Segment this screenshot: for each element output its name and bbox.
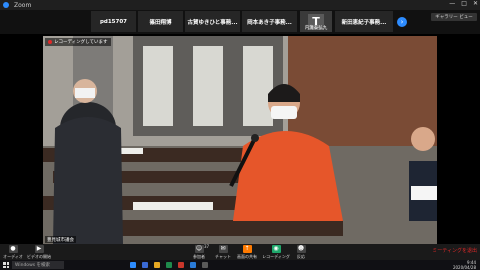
recording-indicator: レコーディングしています bbox=[45, 38, 111, 46]
folder-taskbar-icon[interactable] bbox=[154, 262, 160, 268]
main-video bbox=[43, 36, 437, 244]
minimize-button[interactable]: — bbox=[449, 0, 455, 7]
participant-tile[interactable]: T 内灘泰弘九 bbox=[300, 11, 332, 32]
word-taskbar-icon[interactable] bbox=[142, 262, 148, 268]
audio-label: オーディオ bbox=[3, 253, 23, 259]
camera-icon: ▶ bbox=[34, 244, 44, 253]
gallery-view-button[interactable]: ギャラリー ビュー bbox=[431, 13, 477, 21]
recording-text: レコーディングしています bbox=[54, 40, 108, 45]
participant-tile[interactable]: pd15707 bbox=[91, 11, 136, 32]
zoom-logo-icon bbox=[3, 2, 9, 8]
participant-count-badge: 37 bbox=[204, 244, 210, 249]
settings-taskbar-icon[interactable] bbox=[202, 262, 208, 268]
participant-tile[interactable]: 古賀ゆきひと事務... bbox=[185, 11, 240, 32]
mic-icon: ● bbox=[8, 244, 18, 253]
share-screen-button[interactable]: ↑ 画面の共有 bbox=[236, 244, 258, 260]
maximize-button[interactable]: □ bbox=[461, 0, 467, 7]
windows-taskbar bbox=[0, 260, 480, 270]
share-label: 画面の共有 bbox=[237, 253, 257, 259]
reactions-label: 反応 bbox=[297, 253, 305, 259]
chat-icon: ✉ bbox=[218, 244, 228, 253]
video-frame bbox=[43, 36, 437, 244]
leave-meeting-button[interactable]: ミーティングを退出 bbox=[432, 247, 477, 254]
next-page-button[interactable]: › bbox=[397, 17, 407, 27]
share-icon: ↑ bbox=[242, 244, 252, 253]
clock-date: 2020/04/28 bbox=[452, 265, 476, 270]
participant-name: pd15707 bbox=[99, 18, 127, 25]
system-clock[interactable]: 9:44 2020/04/28 bbox=[453, 260, 476, 270]
window-titlebar: Zoom — □ ✕ bbox=[0, 0, 480, 10]
chat-button[interactable]: ✉ チャット bbox=[212, 244, 234, 260]
participant-name: 新田恵紀子事務... bbox=[341, 19, 387, 26]
record-icon: ◉ bbox=[271, 244, 281, 253]
participant-tile[interactable]: 岡本あき子事務... bbox=[242, 11, 297, 32]
excel-taskbar-icon[interactable] bbox=[166, 262, 172, 268]
zoom-taskbar-icon[interactable] bbox=[130, 262, 136, 268]
edge-taskbar-icon[interactable] bbox=[190, 262, 196, 268]
participant-name: 内灘泰弘九 bbox=[304, 26, 328, 31]
smile-icon: ☻ bbox=[296, 244, 306, 253]
participant-tile[interactable]: 篠田翔博 bbox=[138, 11, 183, 32]
taskbar-search-box[interactable]: Windows を検索 bbox=[12, 261, 64, 269]
participant-tile[interactable]: 新田恵紀子事務... bbox=[335, 11, 393, 32]
video-button[interactable]: ▶ ビデオの開始 bbox=[26, 244, 52, 260]
participant-name: 古賀ゆきひと事務... bbox=[187, 19, 238, 26]
record-button[interactable]: ◉ レコーディング bbox=[260, 244, 292, 260]
reactions-button[interactable]: ☻ 反応 bbox=[292, 244, 310, 260]
window-title: Zoom bbox=[14, 1, 32, 9]
participant-strip bbox=[0, 10, 480, 34]
participant-name: 篠田翔博 bbox=[149, 19, 172, 26]
close-button[interactable]: ✕ bbox=[473, 0, 478, 7]
people-icon: ☺ bbox=[194, 244, 204, 253]
chevron-right-icon: › bbox=[400, 18, 404, 26]
record-label: レコーディング bbox=[262, 253, 290, 259]
record-dot-icon bbox=[48, 40, 52, 44]
pdf-taskbar-icon[interactable] bbox=[178, 262, 184, 268]
participants-label: 参加者 bbox=[193, 253, 205, 259]
speaker-name-label: 豊見城市議会 bbox=[45, 236, 76, 243]
windows-start-icon[interactable] bbox=[3, 262, 9, 268]
window-controls: — □ ✕ bbox=[449, 0, 478, 7]
chat-label: チャット bbox=[215, 253, 231, 259]
participant-name: 岡本あき子事務... bbox=[247, 19, 292, 26]
video-label: ビデオの開始 bbox=[27, 253, 51, 259]
audio-button[interactable]: ● オーディオ bbox=[2, 244, 24, 260]
